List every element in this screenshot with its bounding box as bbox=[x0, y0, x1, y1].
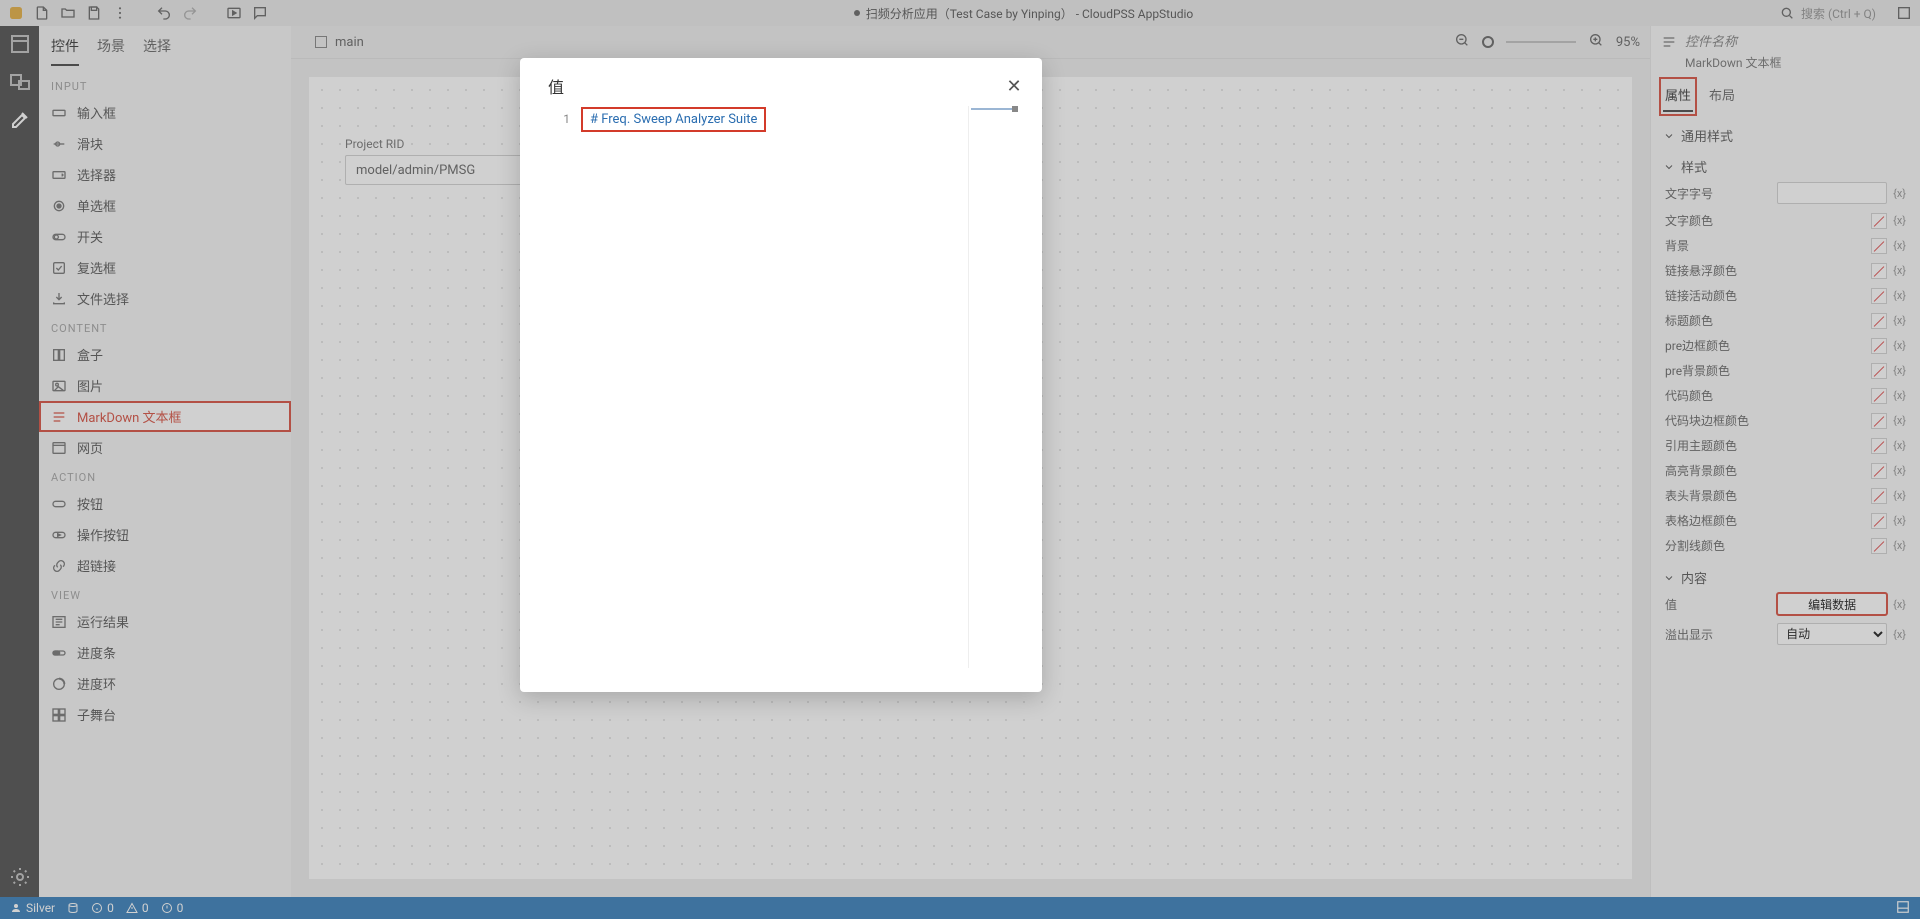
modal-title: 值 bbox=[548, 74, 564, 98]
line-gutter: 1 bbox=[544, 106, 578, 668]
minimap-content bbox=[969, 106, 1018, 116]
value-editor-modal: 值 ✕ 1 # Freq. Sweep Analyzer Suite bbox=[520, 58, 1042, 692]
editor-wrap: 1 # Freq. Sweep Analyzer Suite bbox=[520, 106, 1042, 692]
close-icon[interactable]: ✕ bbox=[1004, 76, 1024, 96]
editor-minimap[interactable] bbox=[968, 106, 1018, 668]
code-hash: # bbox=[590, 112, 601, 127]
modal-header: 值 ✕ bbox=[520, 58, 1042, 106]
code-editor[interactable]: 1 # Freq. Sweep Analyzer Suite bbox=[544, 106, 1018, 668]
line-number: 1 bbox=[563, 112, 570, 126]
minimap-scroll-thumb[interactable] bbox=[1012, 106, 1018, 112]
code-text: Freq. Sweep Analyzer Suite bbox=[601, 112, 757, 127]
code-area[interactable]: # Freq. Sweep Analyzer Suite bbox=[578, 106, 968, 668]
code-line[interactable]: # Freq. Sweep Analyzer Suite bbox=[584, 110, 763, 129]
